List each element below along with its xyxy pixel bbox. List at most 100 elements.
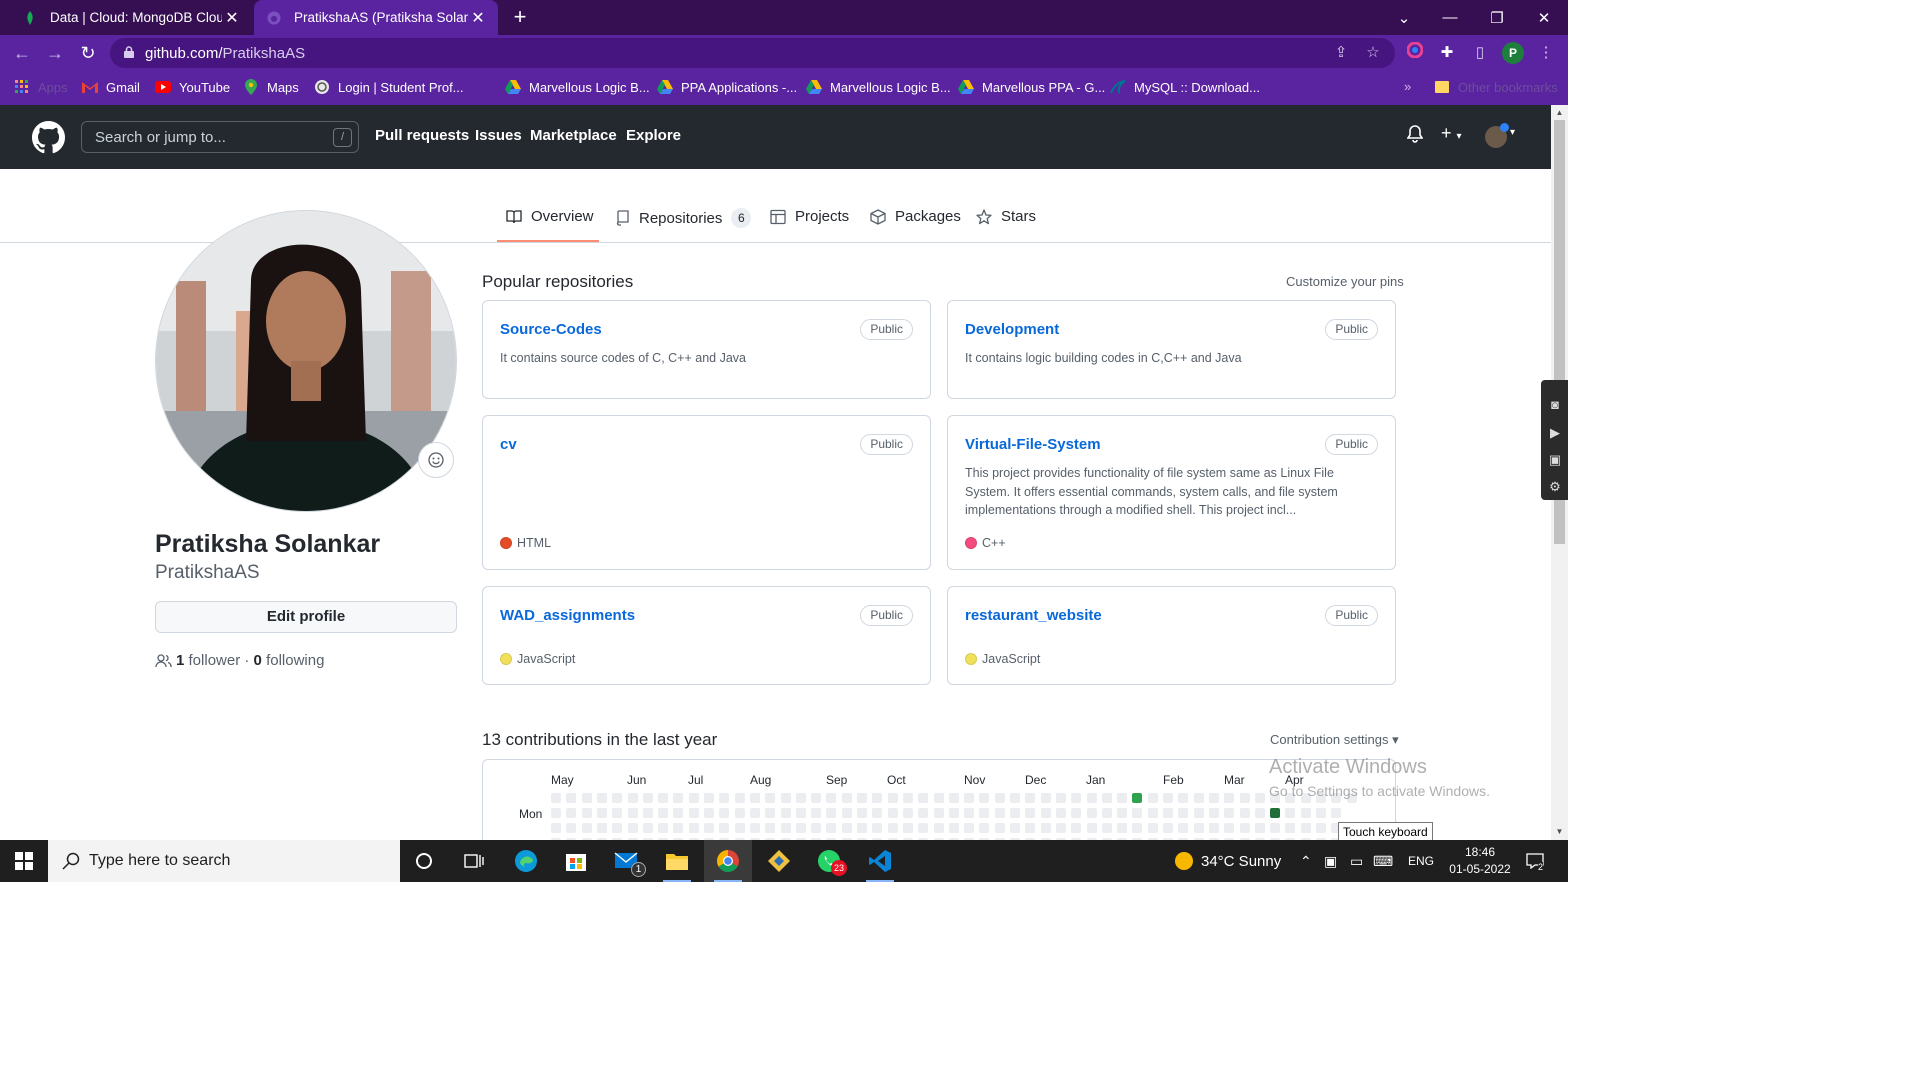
contribution-day-cell[interactable]	[749, 823, 760, 833]
contribution-day-cell[interactable]	[811, 793, 822, 803]
weather-widget[interactable]: 34°C Sunny	[1175, 840, 1281, 882]
task-view-icon[interactable]	[450, 840, 498, 882]
bookmark-drive-3[interactable]: Marvellous Logic B...	[806, 79, 951, 95]
contribution-day-cell[interactable]	[1300, 823, 1311, 833]
contribution-day-cell[interactable]	[1055, 793, 1066, 803]
contribution-day-cell[interactable]	[918, 793, 929, 803]
contribution-day-cell[interactable]	[1254, 793, 1265, 803]
contribution-day-cell[interactable]	[1055, 823, 1066, 833]
contribution-day-cell[interactable]	[795, 793, 806, 803]
contribution-day-cell[interactable]	[673, 793, 684, 803]
contribution-day-cell[interactable]	[1132, 823, 1143, 833]
nav-explore[interactable]: Explore	[626, 127, 681, 144]
following-link[interactable]: following	[266, 652, 324, 669]
repo-link[interactable]: Development	[965, 321, 1059, 338]
language-indicator[interactable]: ENG	[1408, 840, 1434, 882]
contribution-day-cell[interactable]	[551, 823, 561, 833]
touch-keyboard-icon[interactable]: ⌨	[1373, 840, 1393, 882]
tab-overview[interactable]: Overview	[506, 208, 594, 225]
contribution-day-cell[interactable]	[841, 808, 852, 818]
contribution-day-cell[interactable]	[826, 823, 837, 833]
contribution-day-cell[interactable]	[1132, 793, 1143, 803]
bookmark-drive-1[interactable]: Marvellous Logic B...	[505, 79, 650, 95]
contribution-day-cell[interactable]	[596, 808, 607, 818]
contribution-day-cell[interactable]	[734, 823, 745, 833]
contribution-day-cell[interactable]	[688, 793, 699, 803]
contribution-day-cell[interactable]	[1071, 793, 1082, 803]
followers-link[interactable]: follower	[189, 652, 241, 669]
contribution-day-cell[interactable]	[1101, 823, 1112, 833]
contribution-day-cell[interactable]	[749, 793, 760, 803]
tab-stars[interactable]: Stars	[976, 208, 1036, 225]
contribution-day-cell[interactable]	[857, 808, 867, 818]
bookmark-apps[interactable]: Apps	[14, 79, 68, 95]
contribution-day-cell[interactable]	[688, 808, 699, 818]
contribution-day-cell[interactable]	[612, 808, 623, 818]
contribution-day-cell[interactable]	[887, 808, 898, 818]
contribution-day-cell[interactable]	[1208, 793, 1219, 803]
contribution-day-cell[interactable]	[704, 793, 714, 803]
vscode-icon[interactable]	[856, 840, 904, 882]
notifications-bell-icon[interactable]	[1406, 125, 1424, 148]
contribution-day-cell[interactable]	[1270, 808, 1281, 818]
contribution-day-cell[interactable]	[1193, 823, 1204, 833]
contribution-day-cell[interactable]	[780, 823, 791, 833]
repo-link[interactable]: Virtual-File-System	[965, 436, 1101, 453]
camera-icon[interactable]: ◙	[1546, 396, 1564, 414]
contribution-day-cell[interactable]	[1163, 823, 1173, 833]
contribution-day-cell[interactable]	[1300, 808, 1311, 818]
close-tab-icon[interactable]: ✕	[222, 8, 242, 28]
contribution-day-cell[interactable]	[933, 808, 944, 818]
settings-gear-icon[interactable]: ⚙	[1546, 478, 1564, 496]
repo-link[interactable]: Source-Codes	[500, 321, 602, 338]
contribution-day-cell[interactable]	[964, 823, 975, 833]
contribution-day-cell[interactable]	[918, 823, 929, 833]
contribution-day-cell[interactable]	[1147, 823, 1158, 833]
contribution-day-cell[interactable]	[948, 793, 959, 803]
tab-repositories[interactable]: Repositories 6	[616, 208, 752, 228]
tray-app-icon[interactable]: ▣	[1324, 840, 1337, 882]
share-icon[interactable]: ⇪	[1330, 42, 1352, 64]
tab-packages[interactable]: Packages	[870, 208, 961, 225]
contribution-day-cell[interactable]	[596, 793, 607, 803]
contribution-day-cell[interactable]	[1254, 808, 1265, 818]
bookmark-student-login[interactable]: Login | Student Prof...	[314, 79, 464, 95]
contribution-day-cell[interactable]	[719, 823, 730, 833]
edge-browser-icon[interactable]	[502, 840, 550, 882]
contribution-day-cell[interactable]	[948, 808, 959, 818]
contribution-day-cell[interactable]	[902, 808, 913, 818]
contribution-day-cell[interactable]	[887, 823, 898, 833]
contribution-day-cell[interactable]	[964, 793, 975, 803]
followers-count[interactable]: 1	[176, 652, 184, 669]
contribution-day-cell[interactable]	[1316, 808, 1326, 818]
bookmark-gmail[interactable]: Gmail	[82, 79, 140, 95]
contribution-day-cell[interactable]	[765, 823, 776, 833]
contribution-day-cell[interactable]	[551, 793, 561, 803]
repo-link[interactable]: cv	[500, 436, 517, 453]
contribution-day-cell[interactable]	[566, 823, 577, 833]
contribution-day-cell[interactable]	[994, 808, 1005, 818]
scroll-down-icon[interactable]: ▼	[1554, 827, 1565, 836]
contribution-day-cell[interactable]	[1270, 823, 1281, 833]
contribution-day-cell[interactable]	[1147, 793, 1158, 803]
contribution-day-cell[interactable]	[734, 808, 745, 818]
contribution-day-cell[interactable]	[719, 808, 730, 818]
contribution-day-cell[interactable]	[994, 793, 1005, 803]
restore-icon[interactable]: ❐	[1474, 0, 1520, 35]
contribution-day-cell[interactable]	[872, 793, 883, 803]
contribution-day-cell[interactable]	[1025, 808, 1036, 818]
contribution-day-cell[interactable]	[1040, 823, 1051, 833]
nav-pull-requests[interactable]: Pull requests	[375, 127, 469, 144]
contribution-day-cell[interactable]	[872, 823, 883, 833]
contribution-day-cell[interactable]	[1285, 808, 1296, 818]
contribution-day-cell[interactable]	[1239, 823, 1250, 833]
contribution-day-cell[interactable]	[612, 793, 623, 803]
contribution-day-cell[interactable]	[566, 793, 577, 803]
forward-icon[interactable]: →	[43, 41, 67, 65]
contribution-day-cell[interactable]	[1193, 808, 1204, 818]
contribution-day-cell[interactable]	[1239, 808, 1250, 818]
contribution-day-cell[interactable]	[1071, 808, 1082, 818]
bookmark-mysql[interactable]: MySQL :: Download...	[1110, 79, 1260, 95]
contribution-day-cell[interactable]	[979, 793, 990, 803]
tab-projects[interactable]: Projects	[770, 208, 849, 225]
